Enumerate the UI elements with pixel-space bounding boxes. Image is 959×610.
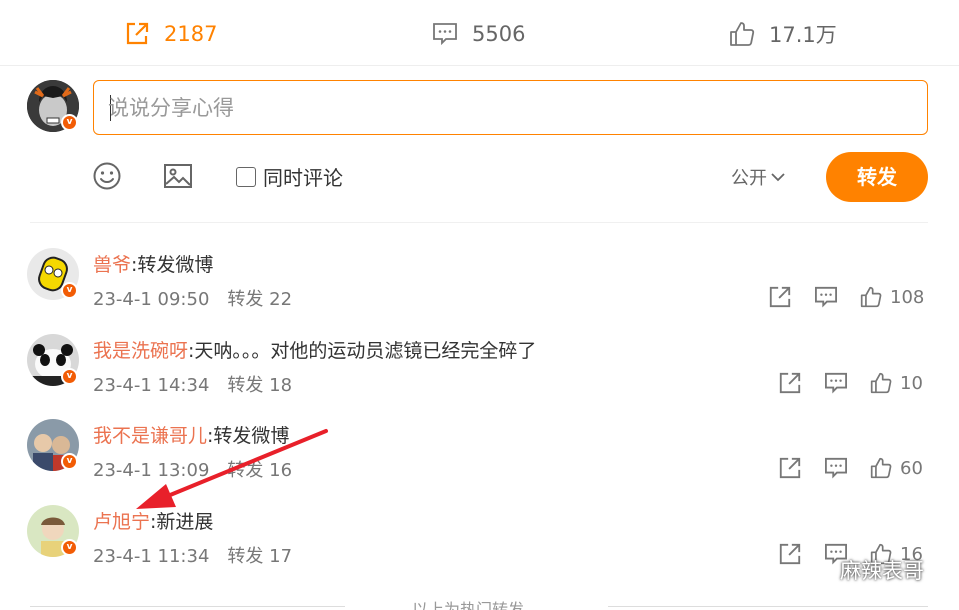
repost-count-label: 转发 17 (227, 546, 293, 567)
username-link[interactable]: 兽爷 (93, 254, 131, 276)
repost-content: 我是洗碗呀:天呐。。。对他的运动员滤镜已经完全碎了 (93, 336, 536, 363)
repost-count: 2187 (164, 22, 218, 46)
like-count: 60 (900, 457, 923, 479)
visibility-label: 公开 (731, 168, 767, 189)
repost-row: v 我不是谦哥儿:转发微博 23-4-1 13:09 转发 16 60 (0, 419, 959, 505)
divider (30, 222, 928, 223)
image-button[interactable] (163, 161, 193, 191)
repost-action-button[interactable] (778, 371, 802, 395)
repost-meta: 23-4-1 09:50 转发 22 (93, 285, 292, 311)
visibility-dropdown[interactable]: 公开 (731, 164, 785, 190)
image-icon (164, 164, 192, 188)
verified-badge-icon: v (61, 368, 78, 385)
repost-action-button[interactable] (768, 285, 792, 309)
repost-meta: 23-4-1 13:09 转发 16 (93, 456, 292, 482)
like-action-button[interactable]: 10 (870, 372, 923, 394)
hot-reposts-footer: 以上为热门转发 (412, 600, 525, 610)
watermark-text: 麻辣表哥 (840, 559, 924, 583)
repost-submit-button[interactable]: 转发 (826, 152, 928, 202)
repost-row: v 兽爷:转发微博 23-4-1 09:50 转发 22 108 (0, 248, 959, 334)
like-count: 10 (900, 372, 923, 394)
repost-content: 卢旭宁:新进展 (93, 507, 213, 534)
repost-composer[interactable] (93, 80, 928, 135)
repost-text: :转发微博 (131, 254, 214, 276)
verified-badge-icon: v (61, 114, 78, 131)
also-comment-option[interactable]: 同时评论 (236, 162, 343, 191)
footer-divider-left (30, 606, 345, 607)
chevron-down-icon (771, 173, 785, 182)
repost-count-label: 转发 16 (227, 460, 293, 481)
repost-content: 兽爷:转发微博 (93, 250, 213, 277)
username-link[interactable]: 我是洗碗呀 (93, 340, 188, 362)
verified-badge-icon: v (61, 539, 78, 556)
repost-text: :转发微博 (207, 425, 290, 447)
like-action-button[interactable]: 108 (860, 286, 924, 308)
repost-row: v 我是洗碗呀:天呐。。。对他的运动员滤镜已经完全碎了 23-4-1 14:34 转发… (0, 334, 959, 420)
comment-count: 5506 (472, 22, 526, 46)
comment-stat[interactable]: 5506 (432, 20, 525, 48)
repost-icon (779, 372, 801, 394)
repost-content: 我不是谦哥儿:转发微博 (93, 421, 289, 448)
like-count: 108 (890, 286, 925, 308)
username-link[interactable]: 我不是谦哥儿 (93, 425, 207, 447)
repost-timestamp[interactable]: 23-4-1 11:34 (93, 546, 209, 567)
wechat-icon (801, 558, 832, 582)
repost-actions: 60 (778, 455, 923, 481)
thumbs-up-icon (870, 457, 892, 479)
username-link[interactable]: 卢旭宁 (93, 511, 150, 533)
repost-action-button[interactable] (778, 456, 802, 480)
repost-icon (126, 22, 149, 45)
repost-count-label: 转发 22 (227, 289, 293, 310)
repost-timestamp[interactable]: 23-4-1 13:09 (93, 460, 209, 481)
repost-meta: 23-4-1 11:34 转发 17 (93, 542, 292, 568)
like-stat[interactable]: 17.1万 (729, 20, 837, 48)
comment-icon (433, 23, 457, 46)
also-comment-checkbox[interactable] (236, 166, 256, 187)
also-comment-label: 同时评论 (263, 166, 343, 190)
stats-bar: 2187 5506 17.1万 (0, 0, 959, 66)
emoji-button[interactable] (92, 161, 122, 191)
repost-timestamp[interactable]: 23-4-1 09:50 (93, 289, 209, 310)
comment-action-button[interactable] (824, 372, 848, 394)
verified-badge-icon: v (61, 453, 78, 470)
repost-stat[interactable]: 2187 (124, 20, 217, 48)
repost-input[interactable] (108, 81, 908, 134)
repost-text: :新进展 (150, 511, 214, 533)
watermark: 麻辣表哥 (800, 555, 924, 585)
repost-timestamp[interactable]: 23-4-1 14:34 (93, 375, 209, 396)
footer-divider-right (608, 606, 928, 607)
verified-badge-icon: v (61, 282, 78, 299)
repost-icon (769, 286, 791, 308)
repost-icon (779, 457, 801, 479)
comment-action-button[interactable] (814, 286, 838, 308)
repost-count-label: 转发 18 (227, 375, 293, 396)
thumbs-up-icon (870, 372, 892, 394)
repost-action-button[interactable] (778, 542, 802, 566)
smiley-icon (93, 162, 121, 190)
repost-actions: 108 (768, 284, 924, 310)
repost-text: :天呐。。。对他的运动员滤镜已经完全碎了 (188, 340, 537, 362)
repost-icon (779, 543, 801, 565)
thumbs-up-icon (730, 22, 755, 46)
thumbs-up-icon (860, 286, 882, 308)
repost-meta: 23-4-1 14:34 转发 18 (93, 371, 292, 397)
comment-action-button[interactable] (824, 457, 848, 479)
comment-icon (825, 372, 847, 394)
comment-icon (815, 286, 837, 308)
repost-actions: 10 (778, 370, 923, 396)
comment-icon (825, 457, 847, 479)
like-count: 17.1万 (769, 23, 837, 47)
like-action-button[interactable]: 60 (870, 457, 923, 479)
